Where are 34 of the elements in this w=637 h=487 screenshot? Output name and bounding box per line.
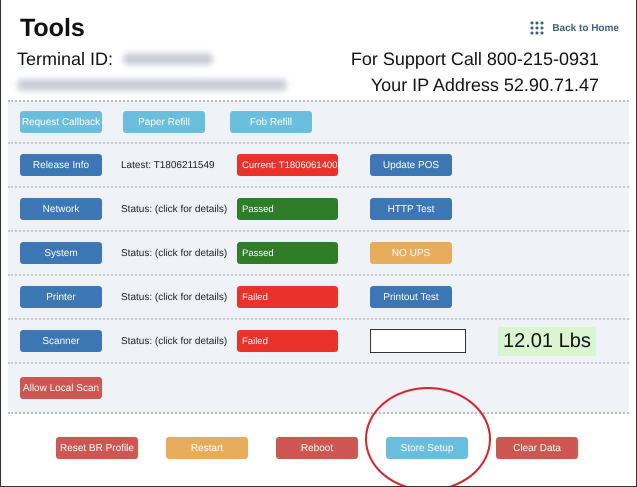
- status-info-text: Status: (click for details): [120, 336, 228, 346]
- toolbar-button[interactable]: Paper Refill: [123, 111, 205, 133]
- terminal-id-label: Terminal ID:: [17, 48, 114, 70]
- allow-local-scan-button[interactable]: Allow Local Scan: [20, 377, 102, 399]
- device-button[interactable]: Printer: [20, 286, 102, 308]
- status-info-text: Latest: T1806211549: [120, 160, 216, 170]
- toolbar-button[interactable]: Fob Refill: [230, 111, 312, 133]
- device-button[interactable]: Scanner: [20, 330, 102, 352]
- device-button[interactable]: Network: [20, 198, 102, 220]
- ip-address-text: Your IP Address 52.90.71.47: [370, 74, 599, 96]
- status-badge: Current: T1806061400: [237, 154, 338, 176]
- footer-button[interactable]: Clear Data: [496, 437, 578, 459]
- input-field[interactable]: [370, 329, 466, 353]
- footer-button[interactable]: Reboot: [276, 437, 358, 459]
- footer-button[interactable]: Store Setup: [386, 437, 468, 459]
- status-badge: Failed: [237, 286, 338, 308]
- status-badge: Passed: [237, 242, 338, 264]
- footer-button[interactable]: Reset BR Profile: [56, 437, 138, 459]
- back-to-home-link[interactable]: Back to Home: [530, 21, 619, 35]
- action-button[interactable]: Update POS: [370, 154, 452, 176]
- status-info-text: Status: (click for details): [120, 248, 228, 258]
- status-info-text: Status: (click for details): [120, 292, 228, 302]
- toolbar-button[interactable]: Request Callback: [20, 111, 102, 133]
- page-title: Tools: [20, 14, 85, 42]
- status-info-text: Status: (click for details): [120, 204, 228, 214]
- status-badge: Failed: [237, 330, 338, 352]
- device-button[interactable]: Release Info: [20, 154, 102, 176]
- action-button[interactable]: HTTP Test: [370, 198, 452, 220]
- action-button[interactable]: Printout Test: [370, 286, 452, 308]
- grid-icon: [530, 21, 544, 35]
- device-button[interactable]: System: [20, 242, 102, 264]
- status-badge: Passed: [237, 198, 338, 220]
- weight-reading: 12.01 Lbs: [498, 326, 596, 356]
- support-phone-text: For Support Call 800-215-0931: [350, 48, 599, 70]
